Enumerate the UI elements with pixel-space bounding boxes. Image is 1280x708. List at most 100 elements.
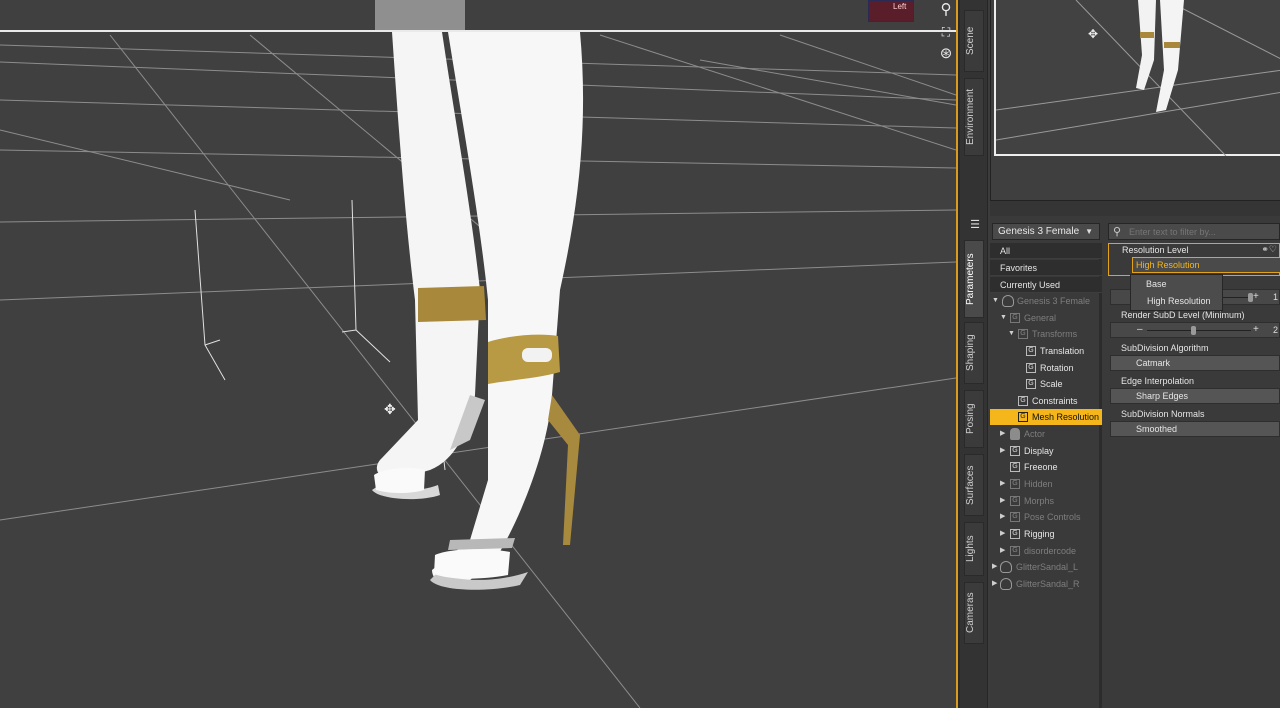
tree-item-label: Scale — [1040, 379, 1063, 389]
tree-item-label: General — [1024, 313, 1057, 323]
group-icon: G — [1010, 462, 1020, 472]
tree-item-mesh-resolution[interactable]: G Mesh Resolution — [990, 409, 1102, 425]
main-viewport[interactable]: ✥ Left ⚲ ⛶ ⊛ — [0, 0, 956, 708]
resolution-level-property: Resolution Level ⚭♡ High Resolution — [1108, 243, 1280, 276]
expand-down-icon[interactable]: ▼ — [1008, 326, 1015, 342]
tab-parameters[interactable]: Parameters — [964, 240, 984, 318]
tree-item-morphs[interactable]: ▶ G Morphs — [990, 493, 1102, 509]
tree-item-label: disordercode — [1024, 546, 1077, 556]
group-icon: G — [1010, 446, 1020, 456]
tree-item-general[interactable]: ▼ G General — [990, 310, 1102, 326]
aux-scene: ✥ — [995, 0, 1280, 157]
tree-item-transforms[interactable]: ▼ G Transforms — [990, 326, 1102, 342]
expand-right-icon[interactable]: ▶ — [1000, 526, 1005, 542]
subd-normals-select[interactable]: Smoothed — [1110, 421, 1280, 437]
filter-field[interactable]: ⚲ — [1108, 223, 1280, 240]
tab-lights[interactable]: Lights — [964, 522, 984, 576]
figure-select[interactable]: Genesis 3 Female ▼ — [992, 223, 1100, 240]
resolution-level-label: Resolution Level — [1122, 245, 1189, 255]
slider-track[interactable] — [1147, 330, 1251, 331]
tab-environment[interactable]: Environment — [964, 78, 984, 156]
tree-item-constraints[interactable]: G Constraints — [990, 393, 1102, 409]
properties-panel: Resolution Level ⚭♡ High Resolution – + … — [1108, 243, 1280, 708]
tree-item-rotation[interactable]: G Rotation — [990, 360, 1102, 376]
actor-icon — [1010, 428, 1020, 440]
tab-cameras[interactable]: Cameras — [964, 582, 984, 644]
expand-right-icon[interactable]: ▶ — [1000, 543, 1005, 559]
edge-interpolation-label: Edge Interpolation — [1121, 376, 1195, 386]
tree-item-scale[interactable]: G Scale — [990, 376, 1102, 392]
group-icon: G — [1010, 529, 1020, 539]
group-icon: G — [1010, 546, 1020, 556]
group-icon: G — [1026, 363, 1036, 373]
edge-interpolation-select[interactable]: Sharp Edges — [1110, 388, 1280, 404]
viewport-scene: ✥ — [0, 0, 956, 708]
category-currently-used[interactable]: Currently Used — [990, 277, 1102, 293]
tree-item-freeone[interactable]: G Freeone — [990, 459, 1102, 475]
expand-right-icon[interactable]: ▶ — [1000, 509, 1005, 525]
expand-down-icon[interactable]: ▼ — [1000, 310, 1007, 326]
tab-scene[interactable]: Scene — [964, 10, 984, 72]
expand-down-icon[interactable]: ▼ — [992, 293, 999, 309]
tree-item-label: Actor — [1024, 429, 1046, 439]
tree-item-disordercode[interactable]: ▶ G disordercode — [990, 543, 1102, 559]
tree-item-display[interactable]: ▶ G Display — [990, 443, 1102, 459]
frame-icon[interactable]: ⛶ — [936, 22, 956, 42]
tree-item-rigging[interactable]: ▶ G Rigging — [990, 526, 1102, 542]
dropdown-option-high-resolution[interactable]: High Resolution — [1131, 293, 1222, 309]
expand-right-icon[interactable]: ▶ — [1000, 443, 1005, 459]
tree-item-label: Constraints — [1032, 396, 1078, 406]
slider-value: 1 — [1273, 292, 1279, 302]
render-subd-slider[interactable]: – + 2 — [1110, 322, 1280, 338]
tab-surfaces[interactable]: Surfaces — [964, 454, 984, 516]
orbit-icon[interactable]: ⊛ — [936, 44, 956, 64]
expand-right-icon[interactable]: ▶ — [992, 559, 997, 575]
tree-item-actor[interactable]: ▶ Actor — [990, 426, 1102, 442]
category-all[interactable]: All — [990, 243, 1102, 259]
expand-right-icon[interactable]: ▶ — [1000, 476, 1005, 492]
filter-input[interactable] — [1129, 225, 1279, 238]
slider-value: 2 — [1273, 325, 1279, 335]
tree-item-hidden[interactable]: ▶ G Hidden — [990, 476, 1102, 492]
expand-right-icon[interactable]: ▶ — [1000, 493, 1005, 509]
subd-algorithm-label: SubDivision Algorithm — [1121, 343, 1209, 353]
increment-icon[interactable]: + — [1253, 323, 1259, 337]
tab-shaping[interactable]: Shaping — [964, 322, 984, 384]
navigation-cube[interactable]: Left — [868, 0, 914, 22]
tree-item-label: GlitterSandal_R — [1016, 579, 1080, 589]
tree-item-glittersandal-l[interactable]: ▶ GlitterSandal_L — [990, 559, 1102, 575]
search-icon: ⚲ — [1113, 226, 1122, 238]
decrement-icon[interactable]: – — [1137, 323, 1143, 337]
slider-knob[interactable] — [1190, 326, 1196, 335]
magnifier-icon[interactable]: ⚲ — [936, 0, 956, 20]
subd-algorithm-select[interactable]: Catmark — [1110, 355, 1280, 371]
tree-item-label: GlitterSandal_L — [1016, 562, 1079, 572]
viewport-toolbar: ⚲ ⛶ ⊛ — [936, 0, 956, 70]
subd-normals-label: SubDivision Normals — [1121, 409, 1205, 419]
group-icon: G — [1010, 313, 1020, 323]
chevron-down-icon: ▼ — [1085, 227, 1093, 236]
link-favorite-icons[interactable]: ⚭♡ — [1261, 244, 1277, 255]
aux-viewport-frame: ✥ — [994, 0, 1280, 157]
group-icon: G — [1010, 496, 1020, 506]
tree-item-label: Transforms — [1032, 329, 1078, 339]
tab-posing[interactable]: Posing — [964, 390, 984, 448]
tree-item-label: Hidden — [1024, 479, 1053, 489]
figure-select-value: Genesis 3 Female — [998, 226, 1080, 237]
expand-right-icon[interactable]: ▶ — [1000, 426, 1005, 442]
expand-right-icon[interactable]: ▶ — [992, 576, 997, 592]
increment-icon[interactable]: + — [1253, 290, 1259, 304]
tree-item-pose-controls[interactable]: ▶ G Pose Controls — [990, 509, 1102, 525]
dropdown-option-base[interactable]: Base — [1131, 276, 1222, 292]
tree-item-translation[interactable]: G Translation — [990, 343, 1102, 359]
category-favorites[interactable]: Favorites — [990, 260, 1102, 276]
group-icon: G — [1026, 379, 1036, 389]
aux-viewport[interactable]: ✥ — [990, 0, 1280, 200]
group-icon: G — [1026, 346, 1036, 356]
tree-item-glittersandal-r[interactable]: ▶ GlitterSandal_R — [990, 576, 1102, 592]
resolution-level-select[interactable]: High Resolution — [1132, 257, 1280, 273]
pane-menu-icon[interactable]: ☰ — [968, 218, 982, 232]
svg-text:✥: ✥ — [384, 402, 396, 418]
tree-item-genesis-3-female[interactable]: ▼ Genesis 3 Female — [990, 293, 1102, 309]
property-tree: All Favorites Currently Used ▼ Genesis 3… — [990, 243, 1102, 708]
